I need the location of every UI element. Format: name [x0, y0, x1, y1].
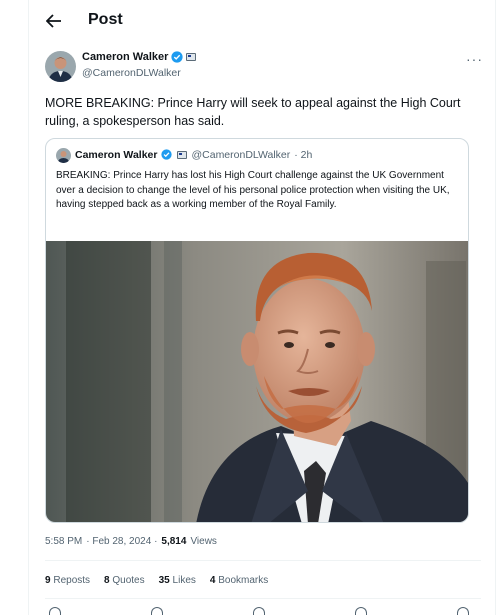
- author-name-text: Cameron Walker: [82, 51, 169, 63]
- tweet-time[interactable]: 5:58 PM: [45, 536, 82, 547]
- share-icon[interactable]: [457, 607, 469, 615]
- action-bar: [45, 607, 481, 615]
- quote-photo[interactable]: [46, 241, 468, 522]
- likes-link[interactable]: 35 Likes: [159, 575, 196, 586]
- author-name[interactable]: Cameron Walker: [82, 51, 197, 63]
- likes-label: Likes: [172, 575, 196, 586]
- verified-badge-icon: [161, 149, 173, 161]
- quote-avatar: [56, 147, 71, 163]
- quotes-label: Quotes: [112, 575, 145, 586]
- avatar[interactable]: [45, 51, 76, 82]
- views-label: Views: [190, 536, 217, 547]
- like-icon[interactable]: [253, 607, 265, 615]
- quote-text: BREAKING: Prince Harry has lost his High…: [56, 170, 450, 211]
- verified-badge-icon: [171, 51, 184, 63]
- arrow-left-icon: [46, 14, 61, 28]
- affiliation-flag-icon: [177, 151, 188, 159]
- page-title: Post: [88, 11, 123, 28]
- back-button[interactable]: [43, 10, 65, 32]
- post-column: Post Cameron Walker @CameronDLWalker ···…: [28, 0, 496, 615]
- divider: [45, 560, 481, 561]
- quote-author-name: Cameron Walker: [75, 149, 158, 161]
- affiliation-flag-icon: [186, 53, 197, 61]
- reply-icon[interactable]: [49, 607, 61, 615]
- views-count: 5,814: [161, 536, 187, 547]
- bookmarks-link[interactable]: 4 Bookmarks: [210, 575, 268, 586]
- quote-author-handle: @CameronDLWalker: [191, 149, 291, 161]
- likes-count: 35: [158, 575, 170, 586]
- bookmarks-count: 4: [209, 575, 216, 586]
- quotes-link[interactable]: 8 Quotes: [104, 575, 145, 586]
- repost-icon[interactable]: [151, 607, 163, 615]
- top-bar: Post: [29, 0, 497, 42]
- engagement-stats: 9 Reposts 8 Quotes 35 Likes 4 Bookmarks: [45, 575, 268, 586]
- tweet-text: MORE BREAKING: Prince Harry will seek to…: [45, 96, 461, 128]
- quote-time: · 2h: [294, 149, 313, 161]
- reposts-link[interactable]: 9 Reposts: [45, 575, 90, 586]
- bookmarks-label: Bookmarks: [218, 575, 269, 586]
- quoted-tweet[interactable]: Cameron Walker @CameronDLWalker · 2h BRE…: [45, 138, 469, 523]
- quotes-count: 8: [104, 575, 110, 586]
- author-handle[interactable]: @CameronDLWalker: [82, 67, 181, 79]
- tweet-date[interactable]: · Feb 28, 2024 ·: [86, 536, 157, 547]
- more-options-icon[interactable]: ···: [466, 51, 483, 67]
- reposts-label: Reposts: [53, 575, 91, 586]
- divider: [45, 598, 481, 599]
- quote-header: Cameron Walker @CameronDLWalker · 2h: [56, 147, 313, 163]
- bookmark-icon[interactable]: [355, 607, 367, 615]
- reposts-count: 9: [45, 575, 51, 586]
- tweet-meta: 5:58 PM · Feb 28, 2024 · 5,814 Views: [45, 536, 217, 547]
